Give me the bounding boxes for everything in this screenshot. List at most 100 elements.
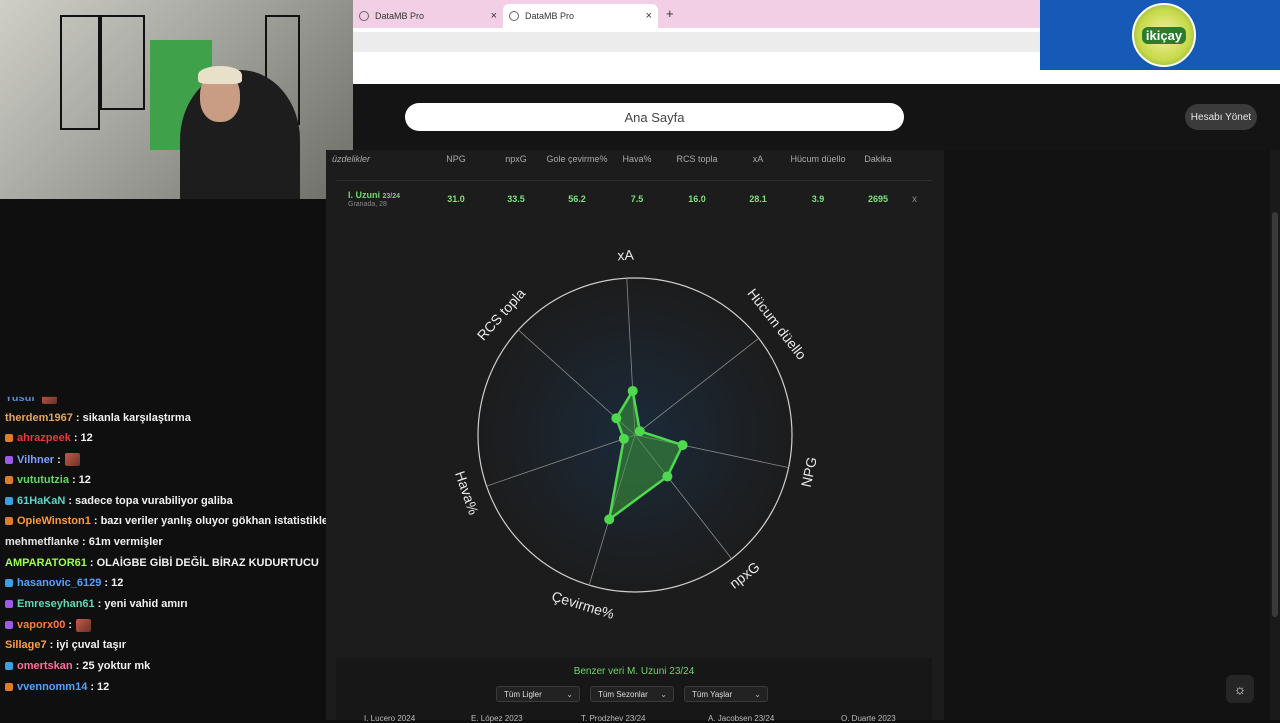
chat-emote-icon xyxy=(75,618,91,632)
manage-account-button[interactable]: Hesabı Yönet xyxy=(1185,104,1257,130)
new-tab-button[interactable]: + xyxy=(666,6,674,21)
table-header: npxG xyxy=(505,154,527,164)
sponsor-banner: ikiçay xyxy=(1040,0,1280,70)
globe-icon xyxy=(509,11,519,21)
table-cell: 16.0 xyxy=(688,194,706,204)
chat-username[interactable]: Sillage7 xyxy=(5,639,47,651)
tab-label: DataMB Pro xyxy=(375,11,425,21)
chat-badge-icon xyxy=(5,434,13,443)
league-filter-select[interactable]: Tüm Ligler ⌄ xyxy=(496,686,580,702)
chat-username[interactable]: vvennomm14 xyxy=(17,681,87,693)
chat-username[interactable]: therdem1967 xyxy=(5,412,73,424)
table-cell: 3.9 xyxy=(811,194,825,204)
browser-tab-active[interactable]: DataMB Pro × xyxy=(503,4,658,28)
address-bar[interactable] xyxy=(353,28,1040,56)
home-search-bar[interactable]: Ana Sayfa xyxy=(405,103,904,131)
table-header: Hava% xyxy=(622,154,652,164)
season-filter-select[interactable]: Tüm Sezonlar ⌄ xyxy=(590,686,674,702)
table-header: NPG xyxy=(446,154,466,164)
table-header: üzdelikler xyxy=(332,154,371,164)
chat-text: : 12 xyxy=(90,680,110,693)
season-filter-label: Tüm Sezonlar xyxy=(598,689,648,699)
chat-badge-icon xyxy=(5,579,13,588)
radar-axis-label: xA xyxy=(617,246,635,263)
streamer xyxy=(180,70,300,199)
chat-username[interactable]: mehmetflanke xyxy=(5,536,79,548)
player-name[interactable]: I. Uzuni 23/24 xyxy=(348,190,400,200)
page-top-strip xyxy=(353,56,1040,84)
chat-message: therdem1967: sikanla karşılaştırma xyxy=(5,412,191,424)
chat-text: : yeni vahid amırı xyxy=(97,598,188,610)
chat-badge-icon xyxy=(5,475,13,484)
table-header: xA xyxy=(752,154,764,164)
shelf xyxy=(60,15,100,130)
chevron-down-icon: ⌄ xyxy=(660,690,667,699)
chat-message: AMPARATOR61: OLAİGBE GİBİ DEĞİL BİRAZ KU… xyxy=(5,557,319,569)
streamer-hair xyxy=(198,66,242,84)
radar-axis-label: Çevirme% xyxy=(550,588,616,622)
theme-toggle-button[interactable]: ☼ xyxy=(1226,675,1254,703)
table-cell: 28.1 xyxy=(749,194,767,204)
chat-username[interactable]: vaporx00 xyxy=(17,619,65,631)
similar-player-item[interactable]: E. López 2023 xyxy=(471,714,523,723)
chat-username[interactable]: vutututzia xyxy=(17,474,69,486)
chat-text: : sikanla karşılaştırma xyxy=(75,411,191,424)
globe-icon xyxy=(359,11,369,21)
chat-text: : sadece topa vurabiliyor galiba xyxy=(68,494,233,507)
similar-player-item[interactable]: O. Duarte 2023 xyxy=(841,714,896,723)
chat-message: Vilhner: xyxy=(5,453,80,467)
chat-message: Emreseyhan61: yeni vahid amırı xyxy=(5,598,188,610)
similar-players-section: Benzer veri M. Uzuni 23/24 Tüm Ligler ⌄ T… xyxy=(336,658,932,723)
chat-badge-icon xyxy=(5,517,13,526)
chat-message: OpieWinston1: bazı veriler yanlış oluyor… xyxy=(5,515,326,527)
radar-data-point[interactable] xyxy=(618,433,629,444)
chat-text: : 61m vermişler xyxy=(81,535,163,548)
chevron-down-icon: ⌄ xyxy=(566,690,573,699)
chat-username[interactable]: 61HaKaN xyxy=(17,495,65,507)
chat-username[interactable]: Yusuf xyxy=(5,397,35,404)
app-header: Ana Sayfa Hesabı Yönet xyxy=(353,84,1280,150)
sun-icon: ☼ xyxy=(1233,681,1247,697)
radar-data-point[interactable] xyxy=(677,440,688,451)
radar-data-point[interactable] xyxy=(634,426,645,437)
tab-close-button[interactable]: × xyxy=(646,10,652,22)
webcam-overlay xyxy=(0,0,353,199)
chat-emote-icon xyxy=(64,453,80,467)
chat-username[interactable]: omertskan xyxy=(17,660,73,672)
chat-username[interactable]: hasanovic_6129 xyxy=(17,577,101,589)
radar-data-point[interactable] xyxy=(662,471,673,482)
age-filter-select[interactable]: Tüm Yaşlar ⌄ xyxy=(684,686,768,702)
table-header: Gole çevirme% xyxy=(546,154,608,164)
chat-message: 61HaKaN: sadece topa vurabiliyor galiba xyxy=(5,495,233,507)
table-header: Hücum düello xyxy=(790,154,846,164)
radar-data-point[interactable] xyxy=(611,413,622,424)
table-cell: 31.0 xyxy=(447,194,465,204)
chat-username[interactable]: Vilhner xyxy=(17,454,54,466)
chat-text: : 25 yoktur mk xyxy=(75,660,151,673)
tab-close-button[interactable]: × xyxy=(491,10,497,22)
chat-emote-icon xyxy=(41,396,57,404)
comparison-panel: üzdelikler NPG npxG Gole çevirme% Hava% … xyxy=(326,150,944,723)
similar-player-item[interactable]: I. Lucero 2024 xyxy=(364,714,415,723)
table-cell: 56.2 xyxy=(568,194,586,204)
chat-text: : xyxy=(68,619,72,632)
chat-username[interactable]: ahrazpeek xyxy=(17,432,71,444)
chat-message: vaporx00: xyxy=(5,618,91,632)
chat-text: : iyi çuval taşır xyxy=(49,639,127,652)
similar-player-item[interactable]: T. Prodzhev 23/24 xyxy=(581,714,645,723)
browser-tab[interactable]: DataMB Pro × xyxy=(353,4,503,28)
radar-data-point[interactable] xyxy=(604,514,615,525)
similar-title: Benzer veri M. Uzuni 23/24 xyxy=(573,666,695,677)
chat-username[interactable]: OpieWinston1 xyxy=(17,515,91,527)
remove-player-button[interactable]: x xyxy=(912,194,917,205)
chat-badge-icon xyxy=(5,455,13,464)
chat-badge-icon xyxy=(5,682,13,691)
chat-username[interactable]: AMPARATOR61 xyxy=(5,557,87,569)
scrollbar-thumb[interactable] xyxy=(1272,212,1278,617)
player-club-age: Granada, 28 xyxy=(348,201,387,208)
table-header: RCS topla xyxy=(676,154,718,164)
chat-username[interactable]: Emreseyhan61 xyxy=(17,598,95,610)
right-gutter xyxy=(944,150,1270,720)
radar-data-point[interactable] xyxy=(627,385,638,396)
similar-player-item[interactable]: A. Jacobsen 23/24 xyxy=(708,714,774,723)
